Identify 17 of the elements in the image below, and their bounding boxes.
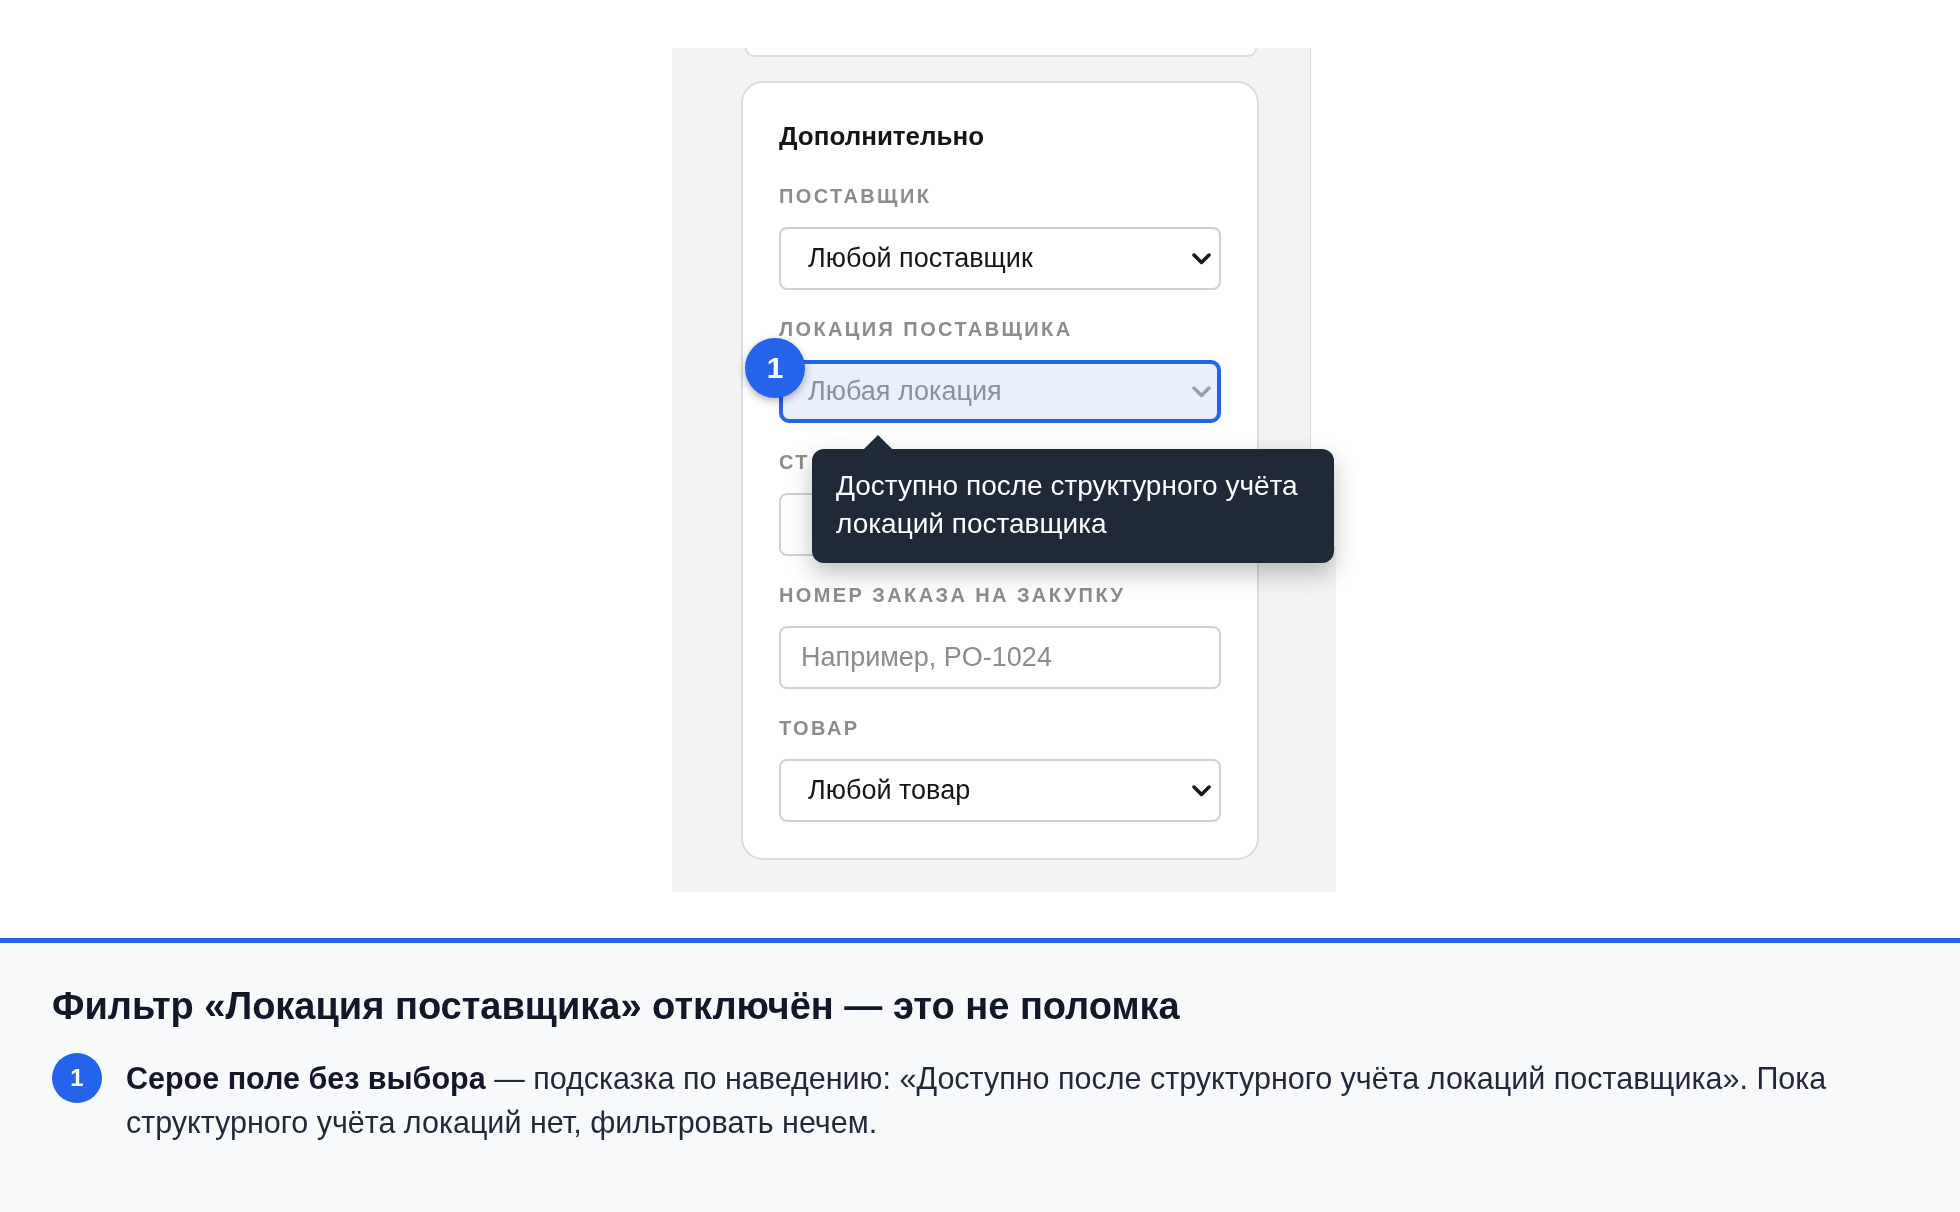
field-label: НОМЕР ЗАКАЗА НА ЗАКУПКУ (779, 583, 1126, 607)
field-label: ЛОКАЦИЯ ПОСТАВЩИКА (779, 317, 1073, 341)
field-label: СТ (779, 450, 810, 474)
field-label: ТОВАР (779, 716, 860, 740)
step-marker: 1 (52, 1053, 102, 1103)
text-input[interactable]: Например, PO-1024 (779, 626, 1221, 689)
section-title: Дополнительно (779, 121, 986, 153)
chevron-down-icon (1192, 784, 1211, 797)
note-title: Фильтр «Локация поставщика» отключён — это не поломка (52, 984, 1181, 1028)
chevron-down-icon (1192, 252, 1211, 265)
step-marker: 1 (745, 338, 805, 398)
chevron-down-icon (1192, 385, 1211, 398)
tooltip: Доступно после структурного учёта локаций поставщика (812, 435, 1334, 563)
field-label: ПОСТАВЩИК (779, 184, 932, 208)
note-text: Серое поле без выбора — подсказка по наведению: «Доступно после структурного учёта локаций поставщика». Пока структурного учёта локаций нет, фильтровать нечем. (126, 1060, 1828, 1142)
dropdown-field[interactable]: Любой товар (779, 759, 1221, 822)
dropdown-field[interactable]: Любой поставщик (779, 227, 1221, 290)
